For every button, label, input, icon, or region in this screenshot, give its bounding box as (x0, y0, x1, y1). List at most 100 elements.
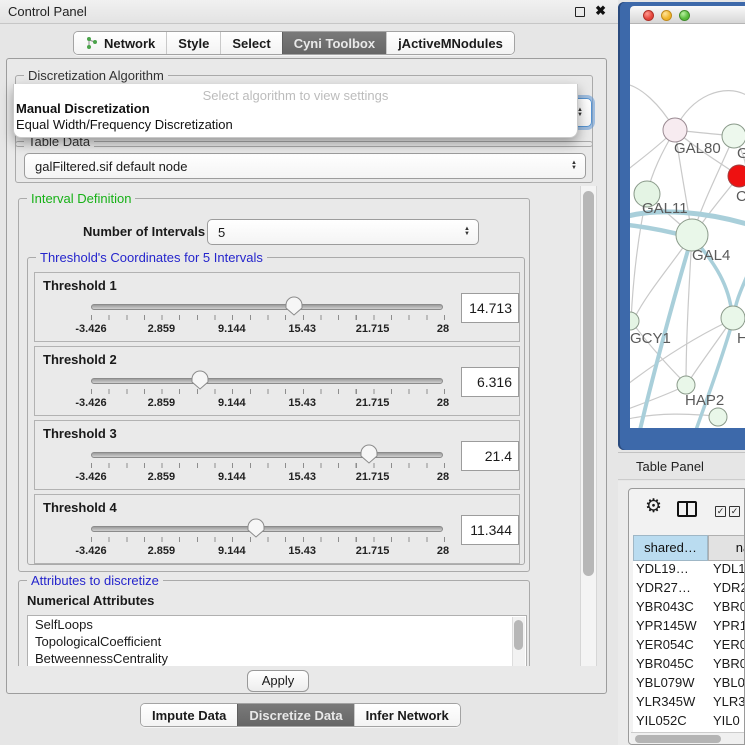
threshold-value-field[interactable]: 21.4 (461, 441, 519, 471)
table-row[interactable]: YBR043CYBR0 (633, 599, 745, 618)
threshold-label: Threshold 1 (43, 278, 117, 293)
threshold-value-field[interactable]: 11.344 (461, 515, 519, 545)
dropdown-item-equal-width[interactable]: Equal Width/Frequency Discretization (14, 117, 577, 133)
threshold-slider-handle[interactable] (191, 370, 209, 391)
dropdown-placeholder-item[interactable]: Select algorithm to view settings (14, 84, 577, 101)
tab-infer-network[interactable]: Infer Network (354, 704, 460, 726)
table-row[interactable]: YDR27…YDR2 (633, 580, 745, 599)
settings-scrollbar[interactable] (580, 186, 597, 666)
network-node-label: H (737, 330, 745, 347)
threshold-label: Threshold 4 (43, 500, 117, 515)
threshold-slider-track[interactable] (91, 378, 443, 384)
network-node[interactable] (728, 165, 745, 187)
attributes-group-title: Attributes to discretize (27, 573, 163, 588)
bottom-tab-bar: Impute Data Discretize Data Infer Networ… (140, 703, 461, 727)
zoom-traffic-light-icon[interactable] (679, 10, 690, 21)
threshold-label: Threshold 2 (43, 352, 117, 367)
thresholds-group: Threshold's Coordinates for 5 Intervals … (27, 257, 525, 565)
threshold-row: Threshold 4 -3.4262.8599.14415.4321.7152… (34, 494, 520, 564)
table-row[interactable]: YIL052CYIL0 (633, 713, 745, 732)
checkbox-icon[interactable]: ✓ (729, 506, 740, 517)
network-node[interactable] (709, 408, 727, 426)
table-row[interactable]: YER054CYER0 (633, 637, 745, 656)
settings-scroll-viewport: Interval Definition Number of Intervals … (13, 186, 579, 666)
close-icon[interactable]: ✖ (595, 3, 606, 19)
table-data-combo-value: galFiltered.sif default node (25, 159, 571, 174)
tab-discretize-data[interactable]: Discretize Data (237, 704, 353, 726)
float-window-icon[interactable] (575, 7, 585, 17)
slider-ticks (91, 537, 445, 542)
table-panel-area: ⚙ ✓ ✓ shared… na YDL19…YDL1 YDR27…YDR2 Y… (618, 481, 745, 745)
split-columns-icon[interactable] (677, 501, 697, 517)
network-node[interactable] (663, 118, 687, 142)
apply-button[interactable]: Apply (247, 670, 309, 692)
tab-impute-data[interactable]: Impute Data (141, 704, 237, 726)
top-tab-bar: Network Style Select Cyni Toolbox jActiv… (73, 31, 515, 55)
algorithm-dropdown-popup: Select algorithm to view settings Manual… (13, 84, 578, 138)
slider-ticks (91, 463, 445, 468)
list-scrollbar[interactable] (512, 617, 525, 666)
node-table-box: ⚙ ✓ ✓ shared… na YDL19…YDL1 YDR27…YDR2 Y… (628, 488, 745, 745)
network-node-label: GAL11 (642, 200, 688, 217)
network-canvas[interactable]: GAL80GCGAL11GAL4GCY1HHAP2 (630, 24, 745, 428)
network-view-window: GAL80GCGAL11GAL4GCY1HHAP2 (618, 2, 745, 450)
close-traffic-light-icon[interactable] (643, 10, 654, 21)
column-header-name[interactable]: na (708, 535, 745, 561)
dropdown-item-manual-discretization[interactable]: Manual Discretization (14, 101, 577, 117)
threshold-value-field[interactable]: 14.713 (461, 293, 519, 323)
list-item[interactable]: TopologicalCoefficient (28, 633, 526, 650)
threshold-row: Threshold 3 -3.4262.8599.14415.4321.7152… (34, 420, 520, 490)
num-intervals-combo[interactable]: 5 ▲▼ (207, 219, 479, 245)
checkbox-icon[interactable]: ✓ (715, 506, 726, 517)
table-data-combo[interactable]: galFiltered.sif default node ▲▼ (24, 153, 586, 179)
list-item[interactable]: SelfLoops (28, 616, 526, 633)
network-node-label: C (736, 188, 745, 205)
threshold-slider-handle[interactable] (360, 444, 378, 465)
numerical-attributes-list: SelfLoops TopologicalCoefficient Between… (27, 615, 527, 666)
threshold-value-field[interactable]: 6.316 (461, 367, 519, 397)
threshold-slider-track[interactable] (91, 526, 443, 532)
tab-network[interactable]: Network (74, 32, 166, 54)
tab-style[interactable]: Style (166, 32, 220, 54)
slider-ticks (91, 315, 445, 320)
stepper-arrows-icon: ▲▼ (464, 227, 470, 237)
network-node-label: G (737, 145, 745, 162)
threshold-slider-handle[interactable] (285, 296, 303, 317)
table-horizontal-scrollbar[interactable] (631, 732, 744, 744)
network-node[interactable] (630, 312, 639, 330)
tab-cyni-toolbox[interactable]: Cyni Toolbox (282, 32, 386, 54)
table-row[interactable]: YBR045CYBR0 (633, 656, 745, 675)
algorithm-group-title: Discretization Algorithm (24, 68, 168, 83)
threshold-row: Threshold 2 -3.4262.8599.14415.4321.7152… (34, 346, 520, 416)
attributes-group: Attributes to discretize Numerical Attri… (18, 580, 530, 666)
threshold-row: Threshold 1 -3.4262.8599.14415.4321.7152… (34, 272, 520, 342)
interval-definition-group: Interval Definition Number of Intervals … (18, 198, 530, 572)
list-item[interactable]: BetweennessCentrality (28, 650, 526, 666)
network-node-label: GAL4 (692, 247, 730, 264)
stepper-arrows-icon: ▲▼ (571, 161, 577, 171)
slider-ticks (91, 389, 445, 394)
num-intervals-label: Number of Intervals (83, 224, 205, 239)
table-panel-titlebar: Table Panel (618, 452, 745, 480)
threshold-slider-track[interactable] (91, 304, 443, 310)
network-node-label: GCY1 (630, 330, 671, 347)
table-row[interactable]: YLR345WYLR3 (633, 694, 745, 713)
tab-jactivemnodules[interactable]: jActiveMNodules (386, 32, 514, 54)
column-header-shared[interactable]: shared… (633, 535, 708, 561)
table-row[interactable]: YDL19…YDL1 (633, 561, 745, 580)
threshold-label: Threshold 3 (43, 426, 117, 441)
gear-icon[interactable]: ⚙ (645, 497, 662, 516)
network-node-label: GAL80 (674, 140, 721, 157)
table-panel-title: Table Panel (636, 459, 704, 474)
thresholds-group-title: Threshold's Coordinates for 5 Intervals (36, 250, 267, 265)
num-intervals-value: 5 (208, 225, 464, 240)
tab-select[interactable]: Select (220, 32, 281, 54)
threshold-slider-handle[interactable] (247, 518, 265, 539)
minimize-traffic-light-icon[interactable] (661, 10, 672, 21)
table-row[interactable]: YPR145WYPR1 (633, 618, 745, 637)
network-node[interactable] (721, 306, 745, 330)
table-row[interactable]: YBL079WYBL0 (633, 675, 745, 694)
threshold-slider-track[interactable] (91, 452, 443, 458)
panel-title: Control Panel (8, 4, 87, 19)
network-canvas-svg: GAL80GCGAL11GAL4GCY1HHAP2 (630, 24, 745, 428)
